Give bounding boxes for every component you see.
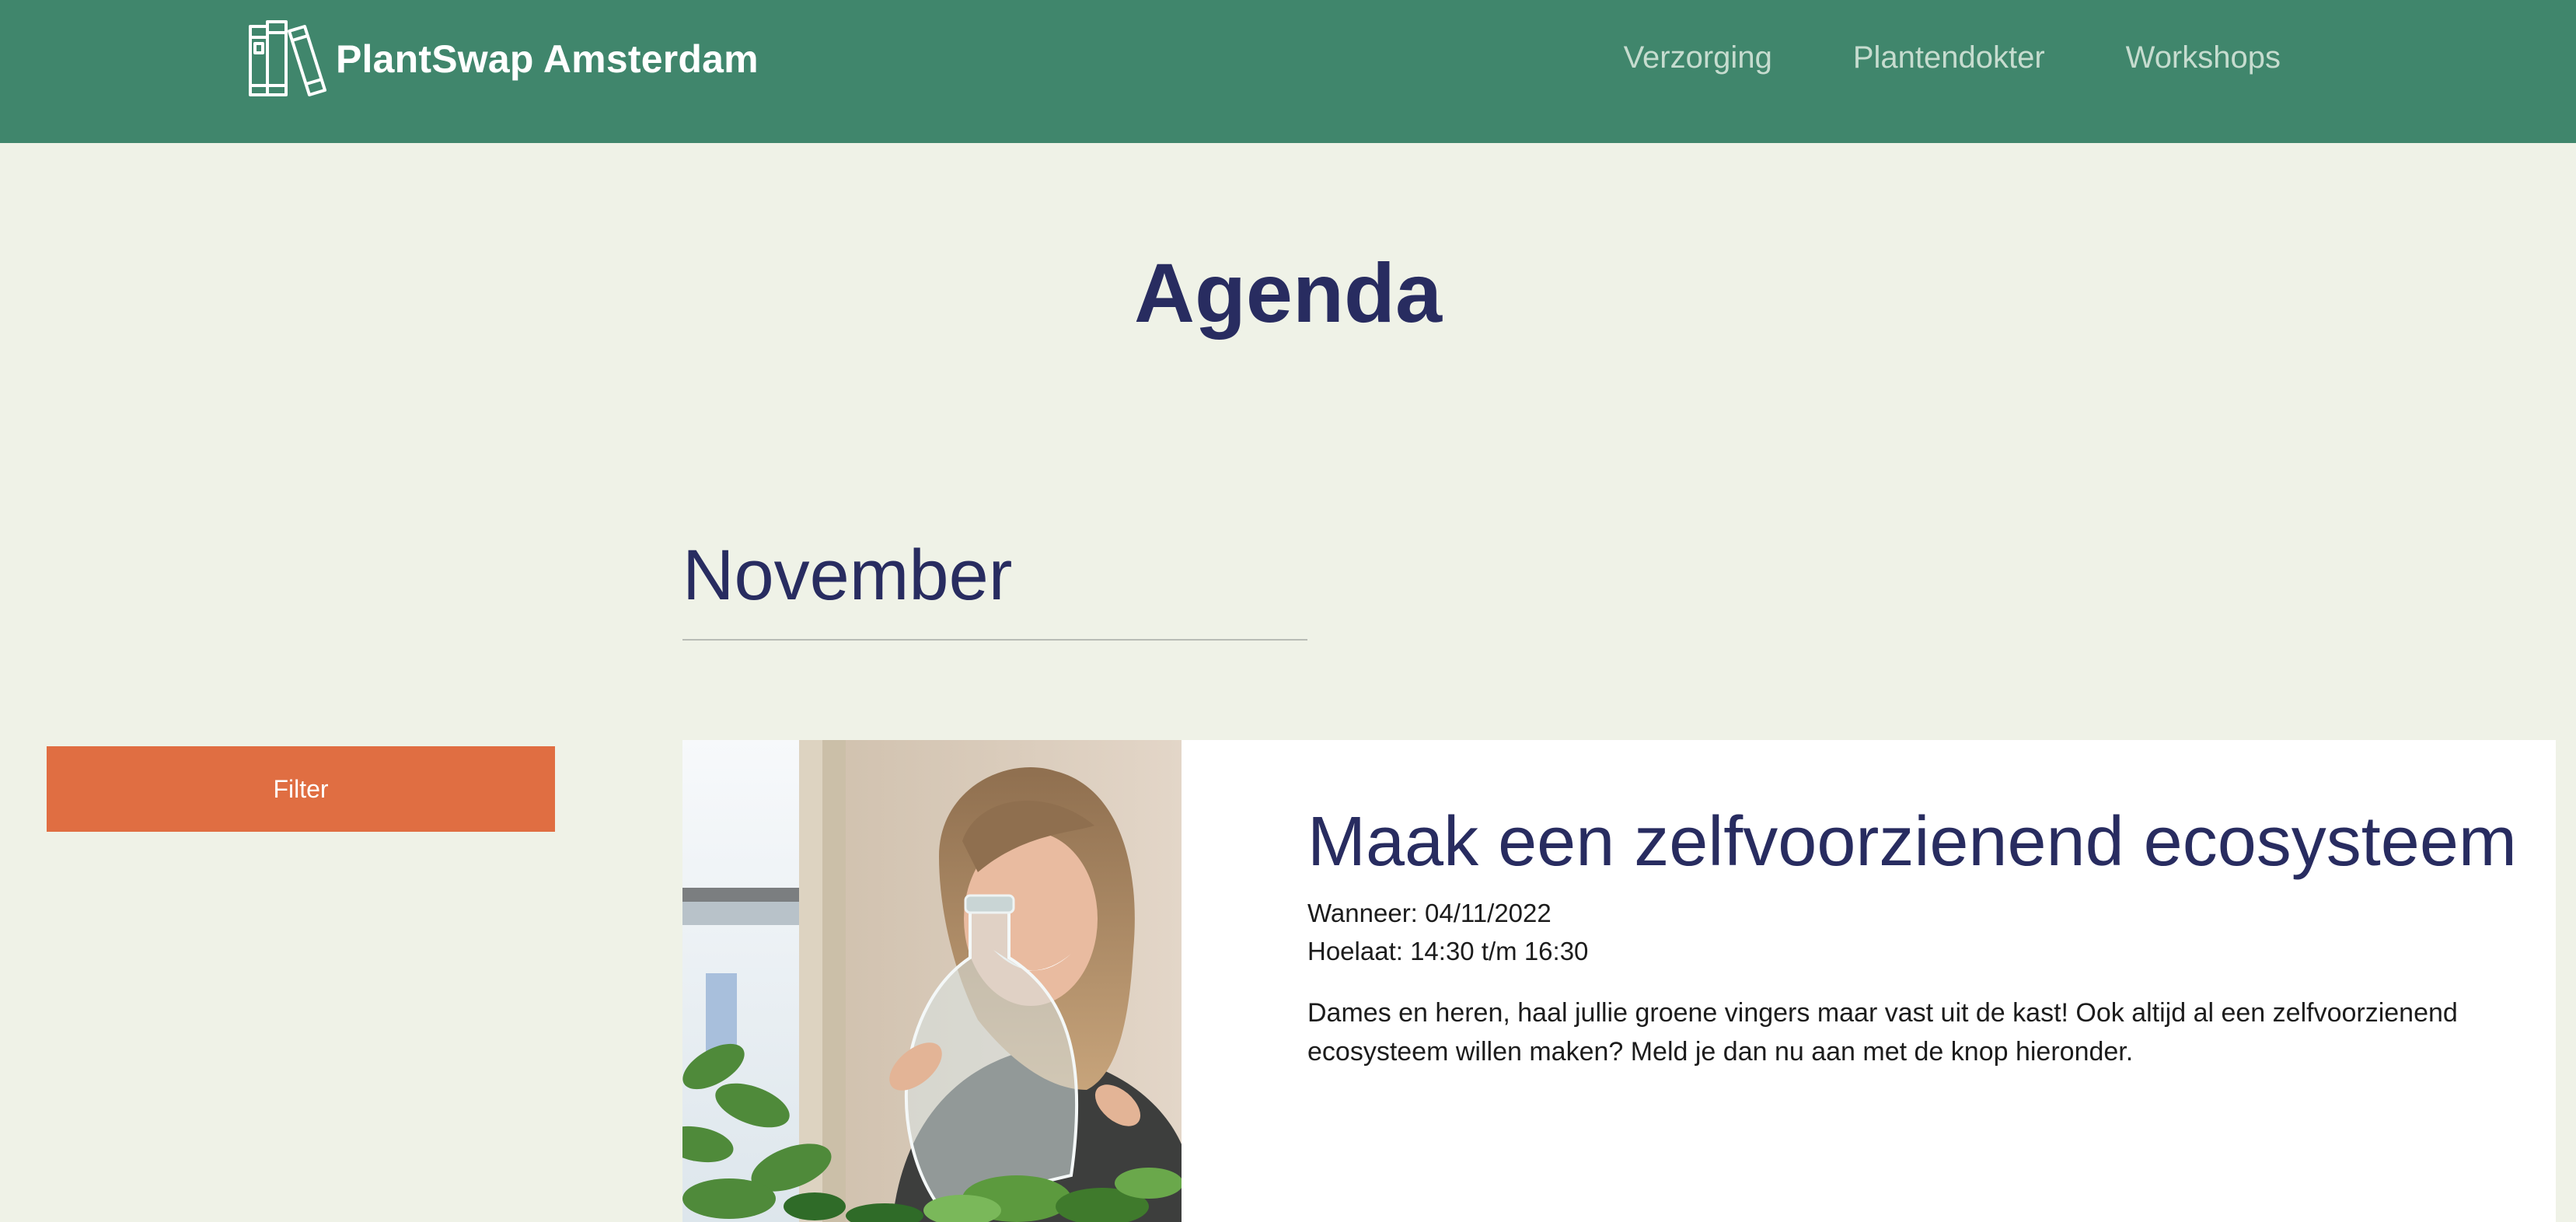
event-time: Hoelaat: 14:30 t/m 16:30 (1307, 937, 1589, 965)
month-divider (682, 639, 1307, 641)
event-photo (682, 740, 1182, 1222)
event-meta: Wanneer: 04/11/2022 Hoelaat: 14:30 t/m 1… (1307, 894, 2489, 970)
page-title: Agenda (1133, 246, 1443, 340)
brand-logo-link[interactable]: PlantSwap Amsterdam (249, 20, 759, 98)
main-nav: Verzorging Plantendokter Workshops (1624, 34, 2281, 81)
event-details: Maak een zelfvoorzienend ecosysteem Wann… (1307, 799, 2517, 1071)
event-title[interactable]: Maak een zelfvoorzienend ecosysteem (1307, 799, 2517, 885)
nav-link-workshops[interactable]: Workshops (2126, 34, 2281, 81)
event-date: Wanneer: 04/11/2022 (1307, 899, 1552, 927)
month-heading: November (682, 536, 1013, 615)
nav-link-plantendokter[interactable]: Plantendokter (1853, 34, 2045, 81)
books-icon (249, 20, 326, 96)
nav-link-verzorging[interactable]: Verzorging (1624, 34, 1772, 81)
brand-name: PlantSwap Amsterdam (336, 37, 759, 81)
site-header: PlantSwap Amsterdam Verzorging Plantendo… (0, 0, 2576, 143)
filter-button[interactable]: Filter (47, 746, 555, 832)
event-card: Maak een zelfvoorzienend ecosysteem Wann… (682, 740, 2556, 1222)
event-description: Dames en heren, haal jullie groene vinge… (1307, 998, 2458, 1067)
